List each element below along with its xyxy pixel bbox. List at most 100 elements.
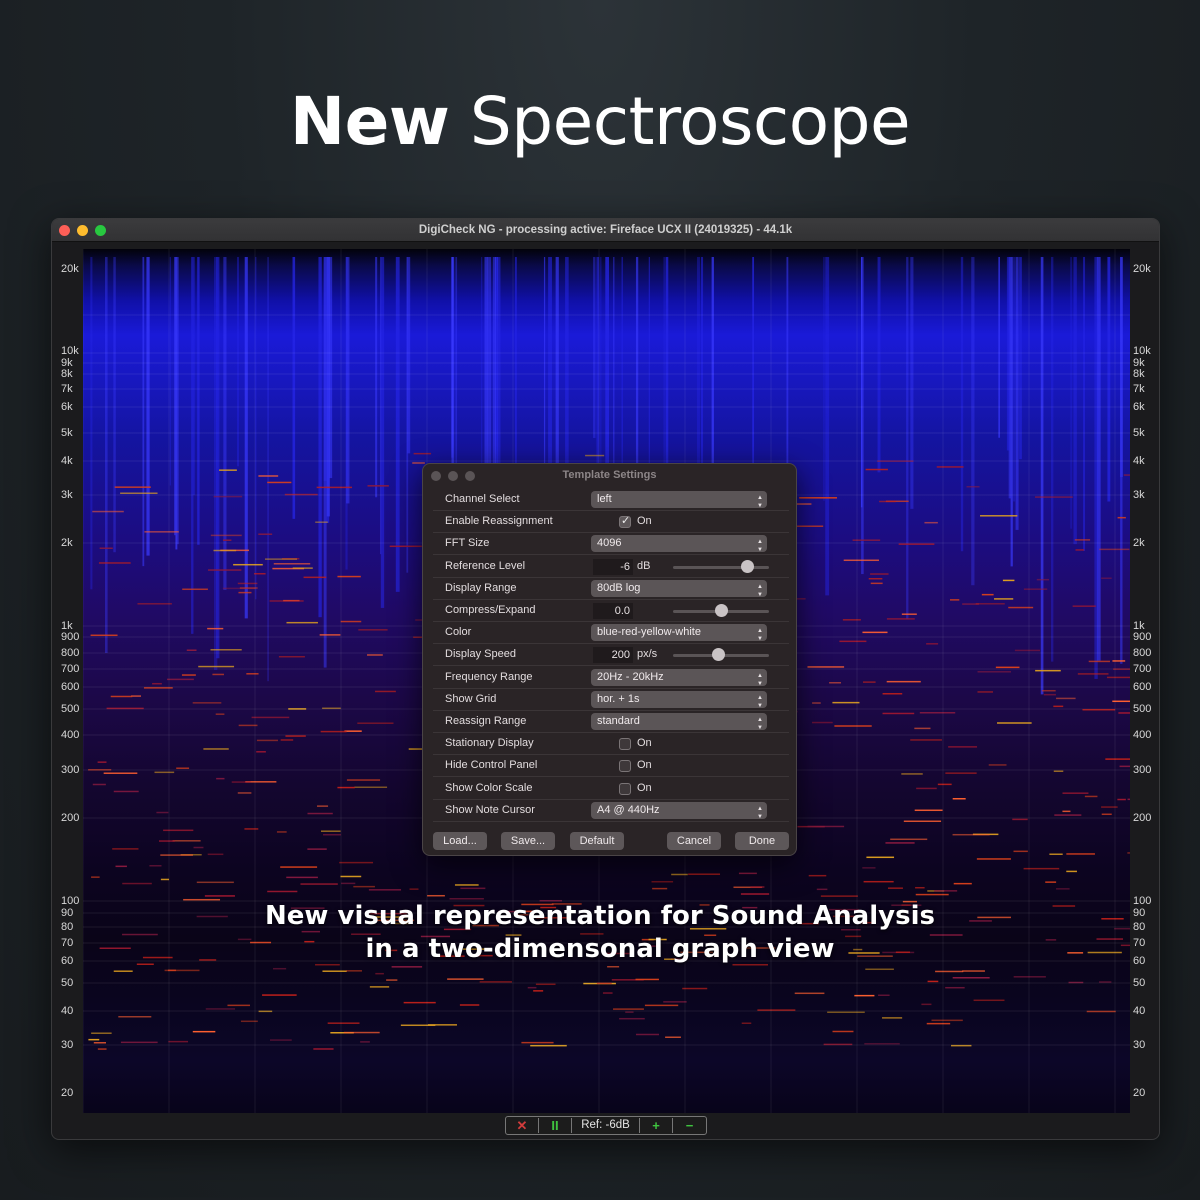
setting-row: FFT Size 4096 ▲ ▼ bbox=[433, 533, 789, 556]
slider-knob[interactable] bbox=[715, 604, 728, 617]
setting-label: Color bbox=[445, 626, 472, 639]
frequency-tick-label: 3k bbox=[61, 489, 73, 501]
frequency-tick-label: 6k bbox=[1133, 401, 1145, 413]
frequency-tick-label: 30 bbox=[1133, 1039, 1146, 1051]
checkbox-label: On bbox=[637, 759, 652, 772]
setting-row: Reference Level -6 dB bbox=[433, 556, 789, 578]
caption-line-2: in a two-dimensonal graph view bbox=[365, 934, 835, 964]
setting-dropdown[interactable]: 20Hz - 20kHz ▲ ▼ bbox=[591, 668, 767, 687]
setting-row: Show Note Cursor A4 @ 440Hz ▲ ▼ bbox=[433, 800, 789, 822]
setting-number-field[interactable]: -6 bbox=[593, 558, 633, 575]
dropdown-value: hor. + 1s bbox=[597, 692, 640, 705]
checkbox-label: On bbox=[637, 515, 652, 528]
setting-label: Display Speed bbox=[445, 648, 516, 661]
frequency-tick-label: 2k bbox=[1133, 537, 1145, 549]
chevron-updown-icon: ▲ ▼ bbox=[757, 694, 763, 709]
setting-row: Display Range 80dB log ▲ ▼ bbox=[433, 578, 789, 600]
setting-dropdown[interactable]: left ▲ ▼ bbox=[591, 491, 767, 509]
frequency-tick-label: 5k bbox=[61, 427, 73, 439]
stop-icon[interactable]: ✕ bbox=[506, 1118, 539, 1133]
setting-label: Reference Level bbox=[445, 559, 526, 572]
setting-dropdown[interactable]: hor. + 1s ▲ ▼ bbox=[591, 690, 767, 709]
chevron-updown-icon: ▲ ▼ bbox=[757, 672, 763, 687]
setting-number-field[interactable]: 0.0 bbox=[593, 603, 633, 619]
done-button[interactable]: Done bbox=[735, 832, 789, 850]
setting-label: Enable Reassignment bbox=[445, 515, 553, 528]
frequency-tick-label: 5k bbox=[1133, 427, 1145, 439]
load-button[interactable]: Load... bbox=[433, 832, 487, 850]
setting-label: Reassign Range bbox=[445, 715, 527, 727]
setting-label: Show Note Cursor bbox=[445, 803, 535, 816]
frequency-tick-label: 3k bbox=[1133, 489, 1145, 501]
frequency-tick-label: 7k bbox=[61, 383, 73, 395]
frequency-tick-label: 700 bbox=[1133, 663, 1152, 675]
setting-row: Stationary Display On bbox=[433, 733, 789, 756]
setting-label: Show Color Scale bbox=[445, 781, 533, 794]
minus-icon[interactable]: − bbox=[673, 1118, 706, 1133]
slider-knob[interactable] bbox=[712, 648, 726, 662]
caption-line-1: New visual representation for Sound Anal… bbox=[265, 901, 935, 931]
frequency-tick-label: 8k bbox=[1133, 368, 1145, 380]
setting-dropdown[interactable]: A4 @ 440Hz ▲ ▼ bbox=[591, 801, 767, 820]
chevron-updown-icon: ▲ ▼ bbox=[757, 805, 763, 820]
setting-dropdown[interactable]: blue-red-yellow-white ▲ ▼ bbox=[591, 624, 767, 643]
setting-checkbox[interactable] bbox=[619, 760, 631, 773]
default-button[interactable]: Default bbox=[570, 832, 624, 850]
setting-dropdown[interactable]: 80dB log ▲ ▼ bbox=[591, 579, 767, 598]
dropdown-value: 4096 bbox=[597, 537, 622, 550]
chevron-updown-icon: ▲ ▼ bbox=[757, 495, 763, 509]
frequency-tick-label: 10k bbox=[1133, 345, 1151, 357]
save-button[interactable]: Save... bbox=[501, 832, 555, 850]
chevron-updown-icon: ▲ ▼ bbox=[757, 539, 763, 554]
frequency-tick-label: 20k bbox=[61, 263, 79, 275]
setting-slider[interactable] bbox=[673, 565, 769, 569]
setting-unit: px/s bbox=[637, 648, 658, 661]
frequency-tick-label: 4k bbox=[1133, 455, 1145, 467]
setting-checkbox[interactable] bbox=[619, 738, 631, 751]
frequency-tick-label: 400 bbox=[61, 729, 80, 741]
headline-bold: New bbox=[289, 83, 450, 160]
setting-checkbox[interactable]: ✓ bbox=[619, 515, 631, 529]
cancel-button[interactable]: Cancel bbox=[667, 832, 721, 850]
frequency-tick-label: 8k bbox=[61, 368, 73, 380]
dropdown-value: A4 @ 440Hz bbox=[597, 803, 660, 816]
reference-level-button[interactable]: Ref: -6dB bbox=[572, 1118, 640, 1133]
frequency-tick-label: 20k bbox=[1133, 263, 1151, 275]
dialog-titlebar[interactable]: Template Settings bbox=[423, 464, 796, 486]
dropdown-value: 80dB log bbox=[597, 581, 641, 594]
frequency-tick-label: 40 bbox=[1133, 1005, 1146, 1017]
frequency-tick-label: 600 bbox=[61, 681, 80, 693]
frequency-tick-label: 800 bbox=[61, 647, 80, 659]
frequency-tick-label: 20 bbox=[1133, 1087, 1146, 1099]
frequency-tick-label: 200 bbox=[1133, 812, 1152, 824]
setting-label: Display Range bbox=[445, 581, 517, 594]
frequency-tick-label: 800 bbox=[1133, 647, 1152, 659]
frequency-tick-label: 900 bbox=[1133, 631, 1152, 643]
setting-number-field[interactable]: 200 bbox=[593, 647, 633, 664]
template-settings-dialog: Template Settings Channel Select left ▲ ▼ En… bbox=[422, 463, 797, 856]
setting-dropdown[interactable]: 4096 ▲ ▼ bbox=[591, 535, 767, 554]
setting-dropdown[interactable]: standard ▲ ▼ bbox=[591, 713, 767, 731]
headline: New Spectroscope bbox=[0, 84, 1200, 160]
checkmark-icon: ✓ bbox=[621, 515, 631, 528]
frequency-tick-label: 40 bbox=[61, 1005, 74, 1017]
slider-knob[interactable] bbox=[740, 559, 754, 573]
setting-unit: dB bbox=[637, 559, 651, 572]
setting-checkbox[interactable] bbox=[619, 782, 631, 795]
checkbox-label: On bbox=[637, 737, 652, 750]
window-titlebar[interactable]: DigiCheck NG - processing active: Firefa… bbox=[52, 219, 1159, 242]
chevron-updown-icon: ▲ ▼ bbox=[757, 583, 763, 598]
setting-label: Frequency Range bbox=[445, 670, 533, 683]
setting-row: Color blue-red-yellow-white ▲ ▼ bbox=[433, 622, 789, 645]
setting-row: Reassign Range standard ▲ ▼ bbox=[433, 711, 789, 733]
frequency-tick-label: 500 bbox=[1133, 703, 1152, 715]
frequency-tick-label: 6k bbox=[61, 401, 73, 413]
chevron-updown-icon: ▲ ▼ bbox=[757, 628, 763, 643]
pause-icon[interactable]: II bbox=[539, 1118, 572, 1133]
setting-row: Show Color Scale On bbox=[433, 778, 789, 800]
window-title: DigiCheck NG - processing active: Firefa… bbox=[418, 224, 793, 236]
plus-icon[interactable]: + bbox=[640, 1118, 673, 1133]
setting-label: Channel Select bbox=[445, 493, 520, 505]
setting-label: Stationary Display bbox=[445, 737, 534, 750]
setting-label: Show Grid bbox=[445, 692, 497, 705]
